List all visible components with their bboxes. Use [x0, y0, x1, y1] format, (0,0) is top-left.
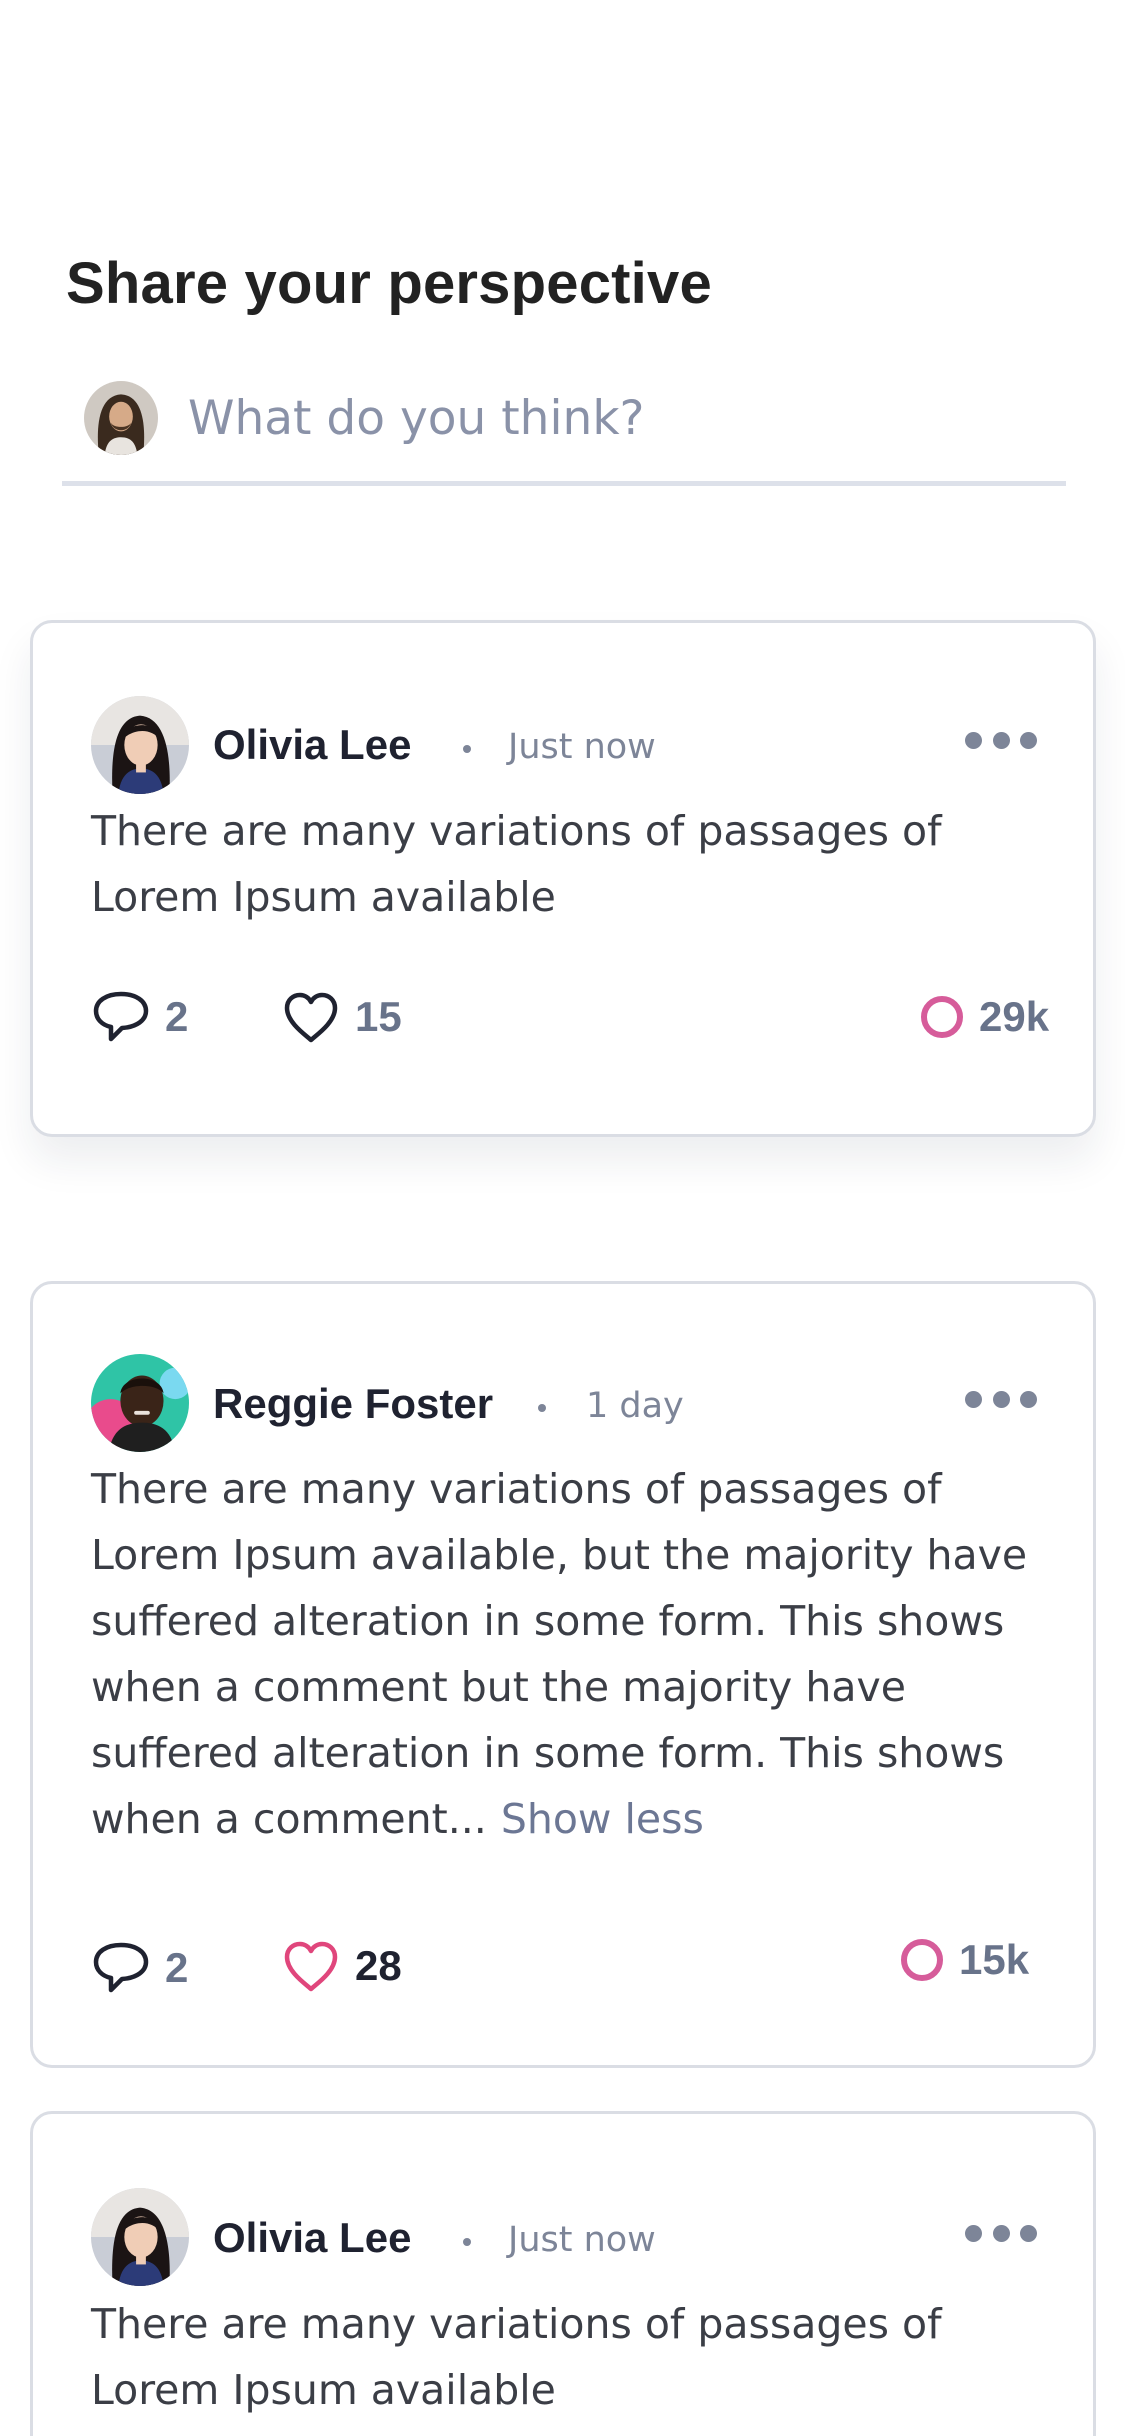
avatar[interactable] [91, 696, 189, 794]
ellipsis-icon [965, 1390, 982, 1408]
comment-bubble-icon [91, 989, 151, 1045]
like-button[interactable]: 15 [281, 989, 402, 1045]
post-card: Reggie Foster 1 day There are many varia… [30, 1281, 1096, 2068]
author-name[interactable]: Olivia Lee [213, 2214, 411, 2262]
comment-count: 2 [165, 1944, 189, 1991]
comment-button[interactable]: 2 [91, 1940, 188, 1996]
avatar[interactable] [91, 2188, 189, 2286]
post-time: Just now [508, 2220, 656, 2260]
ring-icon [901, 1939, 943, 1981]
view-count-label: 15k [959, 1936, 1030, 1983]
post-text-content: There are many variations of passages of… [91, 1465, 1028, 1843]
ellipsis-icon [965, 2224, 982, 2242]
compose-bar [62, 366, 1066, 486]
heart-icon [281, 1938, 341, 1994]
author-name[interactable]: Reggie Foster [213, 1380, 493, 1428]
feed-screen: Share your perspective Olivia Lee Just n… [0, 0, 1125, 2436]
heart-icon [281, 989, 341, 1045]
post-text: There are many variations of passages of… [91, 1456, 1051, 1852]
like-count: 15 [355, 993, 402, 1040]
ellipsis-icon [965, 731, 982, 749]
ring-icon [921, 996, 963, 1038]
post-text: There are many variations of passages of… [91, 807, 942, 921]
post-card: Olivia Lee Just now There are many varia… [30, 2111, 1096, 2436]
view-count-label: 29k [979, 993, 1050, 1040]
more-options-button[interactable] [965, 1384, 1037, 1414]
separator-dot [463, 2238, 471, 2246]
show-less-link[interactable]: Show less [501, 1795, 704, 1843]
more-options-button[interactable] [965, 725, 1037, 755]
separator-dot [463, 745, 471, 753]
post-card: Olivia Lee Just now There are many varia… [30, 620, 1096, 1137]
view-count: 15k [901, 1936, 1029, 1984]
view-count: 29k [921, 993, 1049, 1041]
separator-dot [538, 1404, 546, 1412]
comment-bubble-icon [91, 1940, 151, 1996]
avatar[interactable] [91, 1354, 189, 1452]
current-user-avatar [84, 381, 158, 455]
like-count: 28 [355, 1942, 402, 1989]
compose-input[interactable] [188, 380, 1048, 456]
compose-title: Share your perspective [66, 251, 712, 316]
more-options-button[interactable] [965, 2218, 1037, 2248]
like-button[interactable]: 28 [281, 1938, 402, 1994]
post-time: Just now [508, 727, 656, 767]
post-text: There are many variations of passages of… [91, 2300, 942, 2414]
comment-count: 2 [165, 993, 189, 1040]
comment-button[interactable]: 2 [91, 989, 188, 1045]
post-time: 1 day [586, 1386, 684, 1426]
author-name[interactable]: Olivia Lee [213, 721, 411, 769]
